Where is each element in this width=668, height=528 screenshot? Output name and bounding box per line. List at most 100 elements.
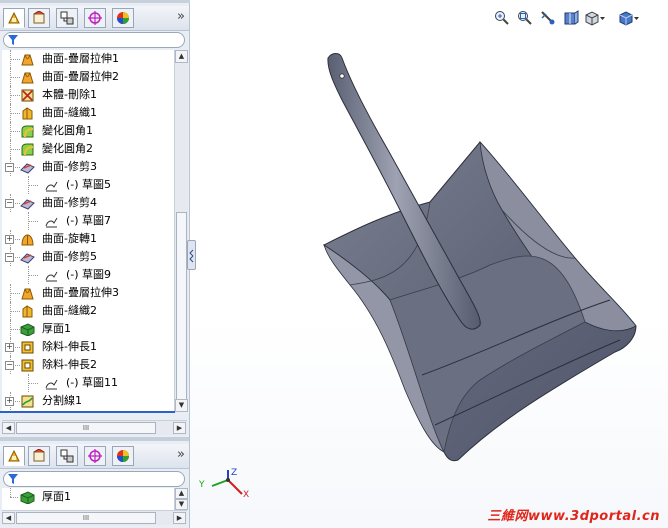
scroll-up-arrow-icon[interactable]: ▲ xyxy=(175,50,188,63)
delete-body-icon xyxy=(21,89,34,102)
tree-item[interactable]: − 曲面-修剪5 xyxy=(2,248,174,266)
expand-toggle-icon[interactable]: + xyxy=(5,343,14,352)
tree-connector-line xyxy=(10,77,20,78)
panel-split-bar[interactable] xyxy=(0,437,189,441)
tree-item-label: (-) 草圖5 xyxy=(66,178,112,191)
split-line-icon xyxy=(21,395,34,408)
tree-divider xyxy=(0,411,175,413)
lower-more-tabs-chevron-icon[interactable]: » xyxy=(177,447,185,462)
property-icon xyxy=(33,449,45,462)
tree-item[interactable]: 本體-刪除1 xyxy=(2,86,174,104)
tree-item-label: 厚面1 xyxy=(42,322,71,335)
tree-item[interactable]: + 曲面-旋轉1 xyxy=(2,230,174,248)
appearance-icon xyxy=(117,12,129,24)
lower-manager-tab-bar: » xyxy=(0,444,189,469)
tree-item[interactable]: + 分割線1 xyxy=(2,392,174,410)
display-manager-tab[interactable] xyxy=(112,8,134,28)
thicken-icon xyxy=(20,491,35,504)
feature-tree-horizontal-scrollbar[interactable]: ◀ III ▶ xyxy=(2,420,187,435)
scrollbar-thumb[interactable] xyxy=(176,212,187,402)
scroll-down-arrow-icon[interactable]: ▼ xyxy=(175,499,188,510)
tree-item[interactable]: 曲面-疊層拉伸1 xyxy=(2,50,174,68)
tree-item-label: 厚面1 xyxy=(42,490,71,503)
graphics-area[interactable]: Y X Z 三維网www.3dportal.cn xyxy=(190,0,668,528)
horizontal-scroll-thumb[interactable]: III xyxy=(16,422,156,434)
thicken-icon xyxy=(20,323,35,336)
tree-item-label: 變化圓角1 xyxy=(42,124,93,137)
tree-item[interactable]: − 除料-伸長2 xyxy=(2,356,174,374)
horizontal-scroll-thumb[interactable]: III xyxy=(16,512,156,524)
lower-property-manager-tab[interactable] xyxy=(28,446,50,466)
lower-horizontal-scrollbar[interactable]: ◀ III ▶ xyxy=(2,510,187,525)
sketch-icon xyxy=(45,217,58,228)
tree-connector-line xyxy=(10,311,20,312)
tree-item-label: 曲面-旋轉1 xyxy=(42,232,97,245)
tree-item-label: 變化圓角2 xyxy=(42,142,93,155)
appearance-icon xyxy=(117,450,129,462)
tree-item[interactable]: − 曲面-修剪4 xyxy=(2,194,174,212)
panel-collapse-handle[interactable] xyxy=(187,240,196,270)
tree-connector-line xyxy=(10,113,20,114)
cut-extrude-icon xyxy=(21,359,34,372)
shovel-model[interactable] xyxy=(190,0,668,528)
target-icon xyxy=(88,449,102,463)
tree-item-child[interactable]: (-) 草圖5 xyxy=(2,176,174,194)
tree-item[interactable]: 厚面1 xyxy=(2,320,174,338)
collapse-toggle-icon[interactable]: − xyxy=(5,253,14,262)
tree-item[interactable]: 厚面1 xyxy=(2,488,174,506)
tree-item-label: 除料-伸長2 xyxy=(42,358,97,371)
lower-tree-filter-input[interactable] xyxy=(3,471,185,487)
tree-item-child[interactable]: (-) 草圖7 xyxy=(2,212,174,230)
tree-filter-input[interactable] xyxy=(3,32,185,48)
lower-display-manager-tab[interactable] xyxy=(112,446,134,466)
dimxpert-manager-tab[interactable] xyxy=(84,8,106,28)
tree-item[interactable]: − 曲面-修剪3 xyxy=(2,158,174,176)
tree-item[interactable]: 曲面-疊層拉伸3 xyxy=(2,284,174,302)
lower-feature-manager-tab[interactable] xyxy=(3,446,25,466)
collapse-toggle-icon[interactable]: − xyxy=(5,361,14,370)
tree-item[interactable]: 變化圓角2 xyxy=(2,140,174,158)
variable-fillet-icon xyxy=(21,125,34,138)
feature-tree-icon xyxy=(8,11,20,24)
scroll-right-arrow-icon[interactable]: ▶ xyxy=(173,512,186,524)
lower-feature-tree: 厚面1 xyxy=(2,488,174,510)
tree-item-child[interactable]: (-) 草圖11 xyxy=(2,374,174,392)
cut-extrude-icon xyxy=(21,341,34,354)
tree-connector-line xyxy=(10,95,20,96)
feature-tree-vertical-scrollbar[interactable]: ▲ ▼ xyxy=(174,50,188,412)
collapse-toggle-icon[interactable]: − xyxy=(5,199,14,208)
scroll-down-arrow-icon[interactable]: ▼ xyxy=(175,399,188,412)
loft-surface-icon xyxy=(21,72,34,84)
tree-connector-line xyxy=(10,149,20,150)
lower-dimxpert-manager-tab[interactable] xyxy=(84,446,106,466)
feature-manager-tab[interactable] xyxy=(3,8,25,28)
sketch-icon xyxy=(45,181,58,192)
tree-item[interactable]: 曲面-縫織2 xyxy=(2,302,174,320)
expand-toggle-icon[interactable]: + xyxy=(5,397,14,406)
scroll-left-arrow-icon[interactable]: ◀ xyxy=(2,512,15,524)
tree-item[interactable]: 曲面-疊層拉伸2 xyxy=(2,68,174,86)
configuration-manager-tab[interactable] xyxy=(56,8,78,28)
more-tabs-chevron-icon[interactable]: » xyxy=(177,9,185,24)
scroll-up-arrow-icon[interactable]: ▲ xyxy=(175,488,188,499)
sketch-icon xyxy=(45,379,58,390)
triad-y-label: Y xyxy=(199,480,205,490)
scroll-right-arrow-icon[interactable]: ▶ xyxy=(173,422,186,434)
lower-vertical-scrollbar[interactable]: ▲ ▼ xyxy=(174,488,188,510)
tree-item[interactable]: + 除料-伸長1 xyxy=(2,338,174,356)
trim-surface-icon xyxy=(20,199,35,210)
tree-item-label: 曲面-修剪4 xyxy=(42,196,97,209)
property-manager-tab[interactable] xyxy=(28,8,50,28)
feature-tree-icon xyxy=(8,449,20,462)
tree-connector-line xyxy=(28,275,38,276)
expand-toggle-icon[interactable]: + xyxy=(5,235,14,244)
triad-x-label: X xyxy=(243,490,250,500)
scroll-left-arrow-icon[interactable]: ◀ xyxy=(2,422,15,434)
tree-item[interactable]: 變化圓角1 xyxy=(2,122,174,140)
tree-item-label: 曲面-疊層拉伸3 xyxy=(42,286,119,299)
lower-configuration-manager-tab[interactable] xyxy=(56,446,78,466)
tree-item-child[interactable]: (-) 草圖9 xyxy=(2,266,174,284)
filter-icon xyxy=(8,474,18,484)
collapse-toggle-icon[interactable]: − xyxy=(5,163,14,172)
tree-item[interactable]: 曲面-縫織1 xyxy=(2,104,174,122)
